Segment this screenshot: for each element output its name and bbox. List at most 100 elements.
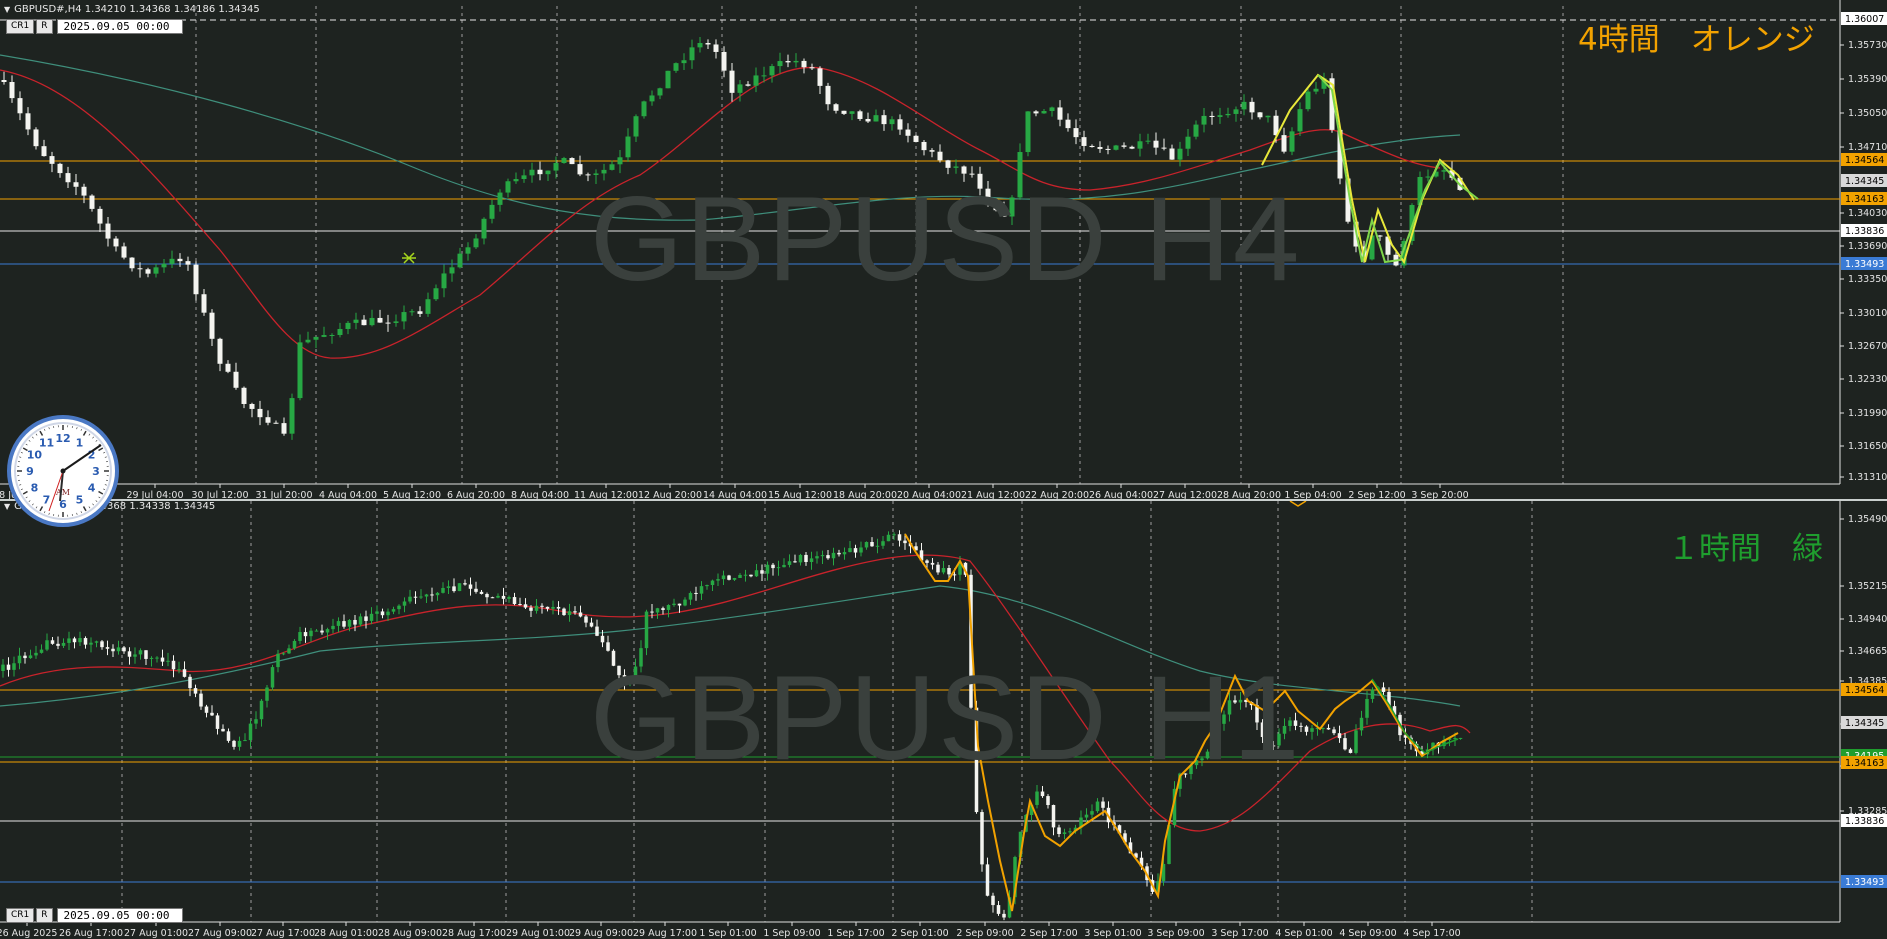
candle-bull [1241,101,1247,110]
candle-bear [1153,140,1159,148]
candle-bull [441,587,445,593]
time-axis-label: 28 Aug 09:00 [378,928,442,939]
candle-bull [39,649,44,653]
candle-bear [518,604,522,606]
candle-bull [465,247,471,254]
candle-bear [188,676,192,689]
candle-bull [34,652,38,656]
h1-date-field[interactable]: 2025.09.05 00:00 [56,908,183,923]
candle-bear [1161,147,1167,149]
candle-bear [771,564,775,569]
candle-bull [649,95,655,102]
candle-bull [1305,91,1311,110]
candle-bear [1337,733,1342,739]
candle-bull [1185,136,1191,149]
chevron-down-icon[interactable]: ▼ [4,502,10,511]
cr1-button[interactable]: CR1 [6,908,35,923]
candle-bear [991,895,995,906]
candle-bear [1101,801,1105,808]
candle-bear [1046,796,1050,806]
candle-bear [804,554,808,563]
candle-bear [72,638,77,643]
candle-bear [127,651,132,657]
candle-bull [28,655,33,659]
candle-bear [201,294,207,313]
candle-bear [1105,148,1111,150]
time-axis-label: 28 Aug 17:00 [442,928,506,939]
clock-number: 10 [27,449,43,462]
chart-pane-h1[interactable]: 1.354901.352151.349401.346651.343851.340… [0,501,1887,939]
candle-bear [1033,111,1039,114]
candle-bull [177,669,181,671]
candle-bull [1217,115,1223,117]
price-axis-label: 1.33690 [1848,241,1887,252]
price-axis-label: 1.31650 [1848,441,1887,452]
candle-bull [666,605,671,610]
candle-bear [121,246,127,258]
candle-bear [210,712,214,716]
candle-bull [1458,737,1463,739]
time-axis-label: 4 Sep 01:00 [1275,928,1332,939]
candle-bull [529,169,535,176]
candle-bear [257,408,263,418]
candle-bear [897,534,902,541]
candle-bear [650,611,654,613]
price-tag-current: 1.34345 [1845,718,1884,729]
candle-bull [842,552,847,555]
candle-bear [177,258,183,262]
candle-bull [633,116,639,137]
time-axis-label: 26 Aug 17:00 [59,928,123,939]
clock-number: 4 [88,482,96,495]
r-button[interactable]: R [36,19,53,34]
chart-pane-h4[interactable]: 1.35730 1.35390 1.35050 1.34710 1.34030 1.336… [0,0,1887,499]
candle-bull [441,273,447,289]
candle-bull [1137,141,1143,149]
candle-bull [347,619,352,627]
candle-bear [353,619,357,625]
time-axis-label: 29 Aug 01:00 [506,928,570,939]
candle-bull [1035,791,1039,805]
candle-bear [1348,749,1353,753]
clock-face-icon: 12 1234567891011AM [14,422,112,520]
candle-bull [787,561,792,565]
candle-bull [259,700,264,720]
time-axis-label: 27 Aug 17:00 [251,928,315,939]
time-axis-label: 3 Sep 01:00 [1084,928,1141,939]
candle-bull [67,638,71,643]
cr1-button[interactable]: CR1 [6,19,35,34]
candle-bull [419,596,423,598]
candle-bear [945,160,951,168]
candle-bull [820,555,825,557]
candle-bear [1129,146,1135,149]
r-button[interactable]: R [36,908,53,923]
candle-bull [753,75,759,86]
candle-bull [831,552,836,559]
time-axis-label: 29 Aug 09:00 [569,928,633,939]
candle-bear [1002,913,1006,918]
candle-bear [303,632,308,637]
candle-bull [873,115,879,122]
candle-bear [160,657,165,662]
time-axis-label: 20 Aug 04:00 [897,490,961,499]
chevron-down-icon[interactable]: ▼ [4,5,10,14]
candle-bear [232,740,236,747]
candle-bull [424,594,429,597]
candle-bull [276,653,280,668]
candle-bull [617,157,623,165]
candle-bull [743,574,748,576]
candle-bull [1113,145,1119,150]
price-axis-label: 1.34710 [1848,142,1887,153]
candle-bull [331,625,335,630]
candle-bear [865,118,871,122]
price-tag-orange2: 1.34163 [1845,194,1884,205]
h4-date-field[interactable]: 2025.09.05 00:00 [56,19,183,34]
candle-bull [553,163,559,171]
candle-bull [138,650,143,655]
candle-bull [625,136,631,158]
candle-bull [89,642,93,645]
clock-widget[interactable]: 12 1 2 3 4 5 6 7 8 9 10 11 AM [7,415,119,527]
time-axis-label: 29 Aug 17:00 [633,928,697,939]
candle-bull [309,630,313,637]
candle-bear [25,113,31,130]
candle-bull [457,583,462,592]
